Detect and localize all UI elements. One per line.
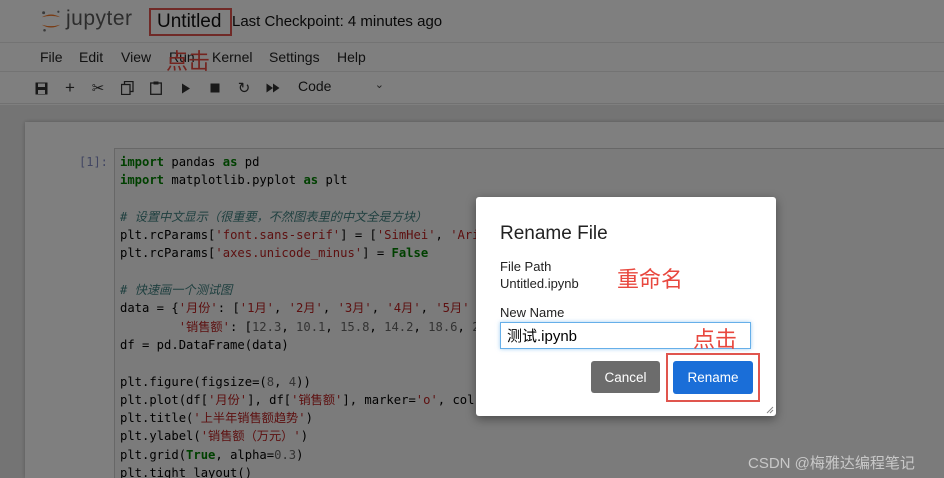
cancel-button[interactable]: Cancel xyxy=(591,361,660,393)
rename-dialog: Rename File File Path Untitled.ipynb New… xyxy=(476,197,776,416)
resize-grip-icon[interactable] xyxy=(766,406,774,414)
file-path-value: Untitled.ipynb xyxy=(500,276,579,291)
watermark: CSDN @梅雅达编程笔记 xyxy=(748,455,915,472)
file-path-label: File Path xyxy=(500,259,552,274)
dialog-title: Rename File xyxy=(500,223,608,244)
annotation-click-rename: 点击 xyxy=(693,327,738,352)
modal-backdrop[interactable] xyxy=(0,0,944,478)
annotation-rename: 重命名 xyxy=(617,267,684,292)
new-name-label: New Name xyxy=(500,305,565,320)
rename-button[interactable]: Rename xyxy=(673,361,753,394)
